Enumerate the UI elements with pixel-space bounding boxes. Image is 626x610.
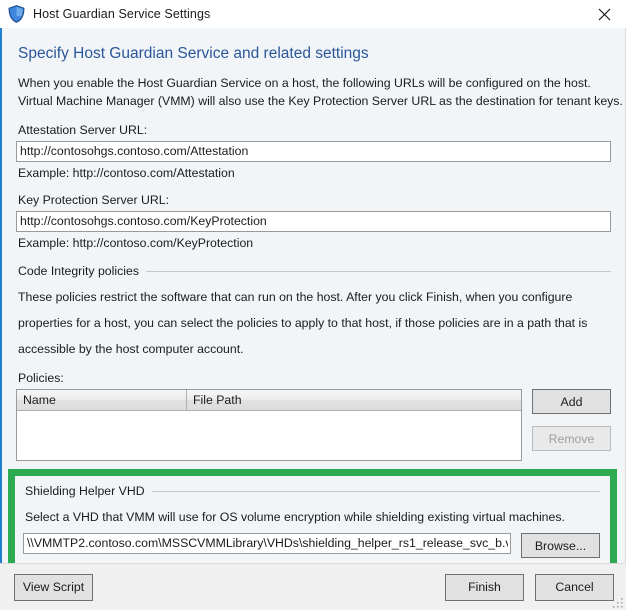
shielding-helper-vhd-highlight: Shielding Helper VHD Select a VHD that V…: [8, 469, 617, 563]
shielding-helper-vhd-group: Shielding Helper VHD Select a VHD that V…: [15, 476, 610, 563]
policies-label: Policies:: [18, 371, 64, 385]
intro-line-2: Virtual Machine Manager (VMM) will also …: [18, 94, 623, 108]
shielding-helper-group-title: Shielding Helper VHD: [25, 484, 145, 498]
code-integrity-description: These policies restrict the software tha…: [16, 289, 611, 358]
attestation-example-text: Example: http://contoso.com/Attestation: [18, 166, 235, 180]
dialog-body: Specify Host Guardian Service and relate…: [0, 28, 626, 563]
dialog-footer: View Script Finish Cancel: [0, 563, 626, 610]
policies-table-body: [17, 411, 521, 460]
group-divider: [145, 270, 611, 272]
code-integrity-desc-line-2: properties for a host, you can select th…: [18, 316, 588, 330]
view-script-button[interactable]: View Script: [14, 573, 93, 601]
code-integrity-desc-line-1: These policies restrict the software tha…: [18, 290, 573, 304]
vhd-input-wrapper: [23, 533, 511, 554]
code-integrity-desc-line-3: accessible by the host computer account.: [18, 342, 244, 356]
remove-button: Remove: [532, 426, 611, 451]
key-protection-example-text: Example: http://contoso.com/KeyProtectio…: [18, 236, 254, 250]
window-title: Host Guardian Service Settings: [33, 7, 211, 21]
policies-row: Name File Path Add Remove: [16, 389, 611, 461]
group-divider: [151, 490, 600, 492]
host-guardian-service-settings-dialog: Host Guardian Service Settings Specify H…: [0, 0, 626, 610]
finish-button[interactable]: Finish: [445, 573, 524, 601]
vhd-action-buttons: Browse... Clear: [521, 533, 600, 563]
code-integrity-policies-group: Code Integrity policies These policies r…: [16, 264, 611, 461]
shielding-helper-group-header: Shielding Helper VHD: [25, 484, 600, 498]
vhd-row: Browse... Clear: [23, 533, 600, 563]
shielding-helper-vhd-input[interactable]: [23, 533, 511, 554]
key-protection-server-url-input[interactable]: [16, 211, 611, 232]
intro-text: When you enable the Host Guardian Servic…: [16, 75, 623, 110]
key-protection-server-url-label: Key Protection Server URL:: [18, 193, 170, 207]
column-header-name[interactable]: Name: [17, 390, 187, 410]
shielding-helper-description: Select a VHD that VMM will use for OS vo…: [23, 509, 600, 526]
footer-primary-buttons: Finish Cancel: [445, 573, 614, 601]
policies-table[interactable]: Name File Path: [16, 389, 522, 461]
browse-button[interactable]: Browse...: [521, 533, 600, 558]
code-integrity-group-header: Code Integrity policies: [18, 264, 611, 278]
attestation-server-url-input[interactable]: [16, 141, 611, 162]
cancel-button[interactable]: Cancel: [535, 573, 614, 601]
attestation-server-url-label: Attestation Server URL:: [18, 123, 148, 137]
code-integrity-group-title: Code Integrity policies: [18, 264, 139, 278]
close-icon[interactable]: [582, 0, 626, 28]
policies-action-buttons: Add Remove: [532, 389, 611, 451]
title-bar: Host Guardian Service Settings: [0, 0, 626, 28]
resize-grip-icon[interactable]: [612, 597, 624, 609]
shield-icon: [8, 5, 25, 23]
shielding-helper-desc: Select a VHD that VMM will use for OS vo…: [25, 510, 565, 524]
add-button[interactable]: Add: [532, 389, 611, 414]
column-header-file-path[interactable]: File Path: [187, 390, 521, 410]
policies-table-header: Name File Path: [17, 390, 521, 411]
intro-line-1: When you enable the Host Guardian Servic…: [18, 76, 591, 90]
page-title: Specify Host Guardian Service and relate…: [18, 45, 369, 62]
